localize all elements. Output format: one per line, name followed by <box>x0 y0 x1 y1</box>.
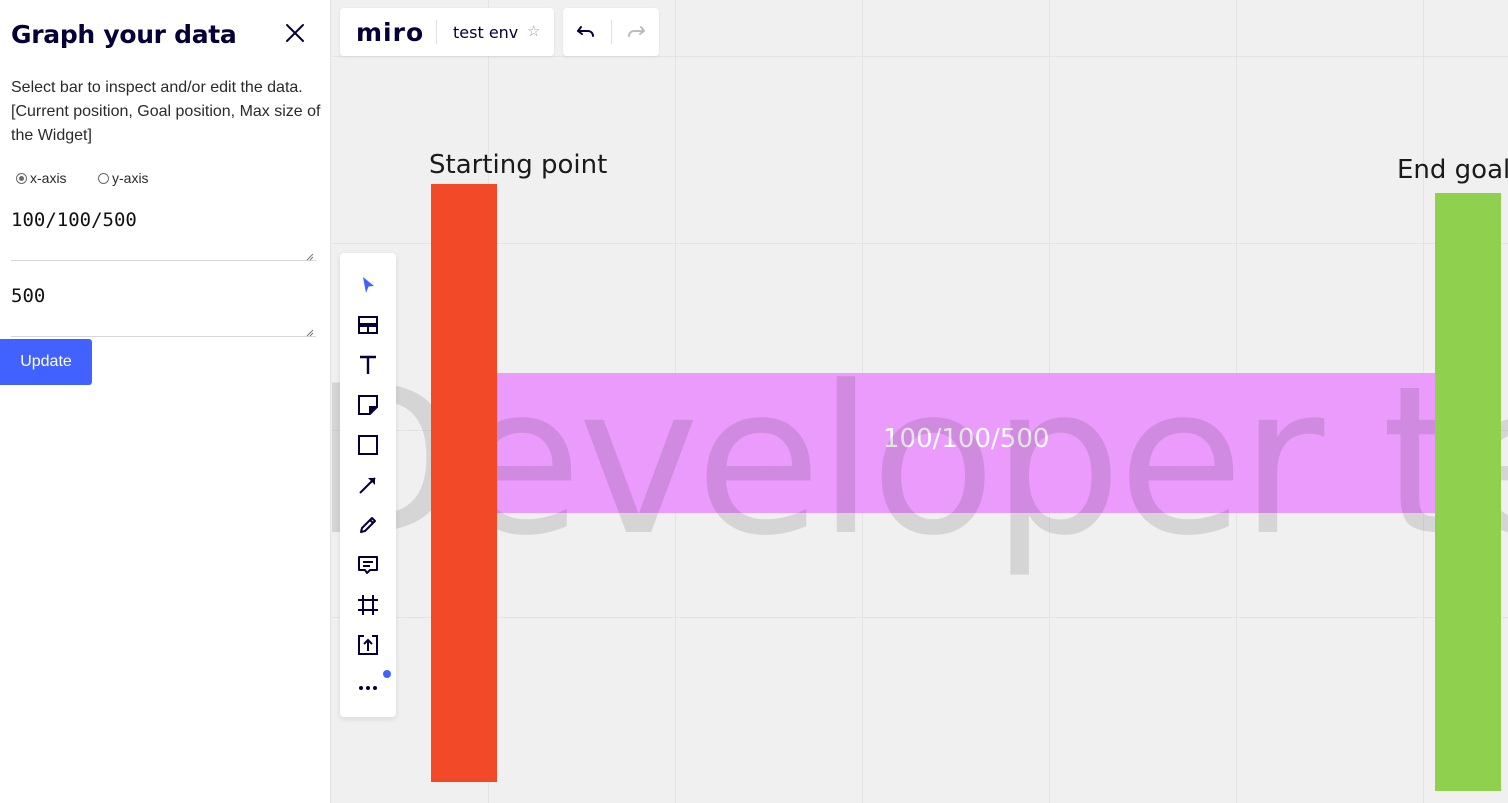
text-icon <box>360 355 376 374</box>
frame-tool[interactable] <box>353 590 383 620</box>
comment-icon <box>358 556 378 574</box>
max-size-field[interactable]: 500 <box>11 285 316 337</box>
board-canvas[interactable]: 100/100/500 Developer tea Starting point… <box>332 0 1508 803</box>
end-bar[interactable] <box>1435 193 1501 791</box>
comment-tool[interactable] <box>353 550 383 580</box>
panel-title: Graph your data <box>11 20 237 49</box>
select-icon <box>363 277 374 293</box>
close-button[interactable] <box>282 20 308 46</box>
end-label[interactable]: End goal <box>1397 155 1508 185</box>
miro-logo[interactable]: miro <box>356 18 424 47</box>
grid-line <box>332 617 1508 618</box>
graph-data-panel: Graph your data Select bar to inspect an… <box>0 0 331 803</box>
divider <box>611 20 612 44</box>
upload-icon <box>358 635 378 655</box>
close-icon <box>286 24 304 42</box>
more-tools-button[interactable] <box>353 670 383 700</box>
pen-icon <box>360 517 376 533</box>
frame-icon <box>358 595 378 615</box>
star-icon[interactable]: ☆ <box>527 22 540 40</box>
resize-grip-icon[interactable] <box>306 253 314 261</box>
radio-unselected-icon <box>98 172 109 184</box>
y-axis-radio[interactable]: y-axis <box>98 170 149 186</box>
board-watermark: Developer tea <box>332 343 1508 581</box>
arrow-tool[interactable] <box>353 470 383 500</box>
templates-tool[interactable] <box>353 310 383 340</box>
grid-line <box>332 56 1508 57</box>
y-axis-label: y-axis <box>112 170 149 186</box>
start-bar[interactable] <box>431 184 497 782</box>
grid-line <box>332 243 1508 244</box>
bar-data-field[interactable]: 100/100/500 <box>11 209 316 261</box>
board-header: miro test env ☆ <box>340 8 554 56</box>
board-name[interactable]: test env <box>453 23 518 42</box>
redo-button[interactable] <box>621 17 651 47</box>
more-icon <box>359 686 377 690</box>
x-axis-radio[interactable]: x-axis <box>16 170 67 186</box>
update-button[interactable]: Update <box>0 339 92 385</box>
arrow-icon <box>359 477 376 494</box>
resize-grip-icon[interactable] <box>306 329 314 337</box>
sticky-note-tool[interactable] <box>353 390 383 420</box>
undo-redo-bar <box>563 8 659 56</box>
start-label[interactable]: Starting point <box>429 150 607 180</box>
templates-icon <box>358 316 378 334</box>
pen-tool[interactable] <box>353 510 383 540</box>
radio-selected-icon <box>16 172 27 184</box>
shape-icon <box>358 435 378 455</box>
redo-icon <box>628 26 645 37</box>
select-tool[interactable] <box>353 270 383 300</box>
panel-description: Select bar to inspect and/or edit the da… <box>11 79 321 144</box>
upload-tool[interactable] <box>353 630 383 660</box>
x-axis-label: x-axis <box>30 170 67 186</box>
creation-toolbar <box>340 253 396 717</box>
shape-tool[interactable] <box>353 430 383 460</box>
text-tool[interactable] <box>353 350 383 380</box>
undo-icon <box>577 26 594 37</box>
divider <box>436 20 437 44</box>
notification-dot <box>383 670 391 678</box>
sticky-note-icon <box>358 395 378 415</box>
undo-button[interactable] <box>571 17 601 47</box>
